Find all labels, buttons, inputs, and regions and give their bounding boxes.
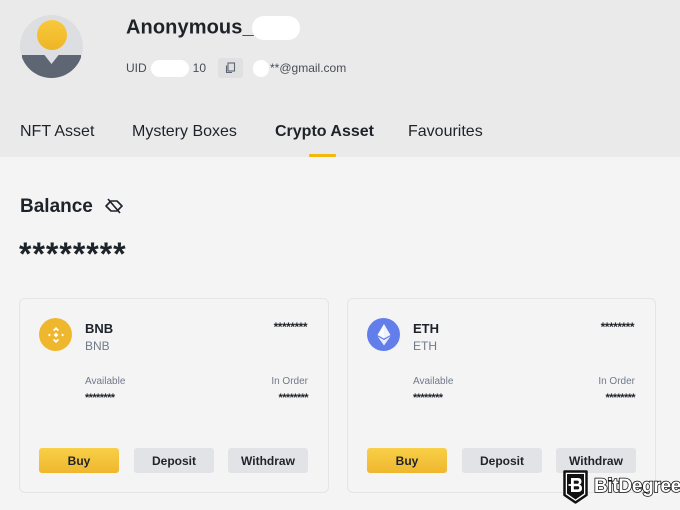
username: Anonymous_ (126, 16, 300, 40)
uid-row: UID 10 (126, 58, 244, 78)
redacted-blur (150, 59, 189, 77)
eth-logo-icon (377, 323, 390, 345)
copy-icon (225, 62, 236, 74)
tab-nft-asset[interactable]: NFT Asset (20, 123, 94, 141)
coin-name: BNB (85, 339, 110, 353)
email-text: **@gmail.com (270, 61, 347, 75)
in-order-label: In Order (271, 376, 308, 387)
eye-off-icon (105, 198, 123, 214)
avatar-head-shape (37, 20, 67, 50)
buy-button[interactable]: Buy (39, 448, 119, 473)
redacted-blur (253, 59, 269, 77)
eth-coin-icon (367, 318, 400, 351)
avatar-body-shape (22, 55, 81, 78)
tab-favourites[interactable]: Favourites (408, 123, 483, 141)
available-value: ******** (85, 392, 115, 404)
bitdegree-shield-icon (563, 470, 588, 504)
in-order-value: ******** (605, 392, 636, 404)
watermark-text: BitDegree (593, 475, 680, 498)
redacted-blur (251, 16, 300, 40)
asset-card-eth: ETH ETH ******** Available ******** In O… (347, 298, 656, 493)
in-order-label: In Order (598, 376, 635, 387)
withdraw-button[interactable]: Withdraw (228, 448, 308, 473)
available-value: ******** (413, 392, 443, 404)
available-label: Available (85, 376, 126, 387)
bnb-coin-icon (39, 318, 72, 351)
coin-total-balance: ******** (600, 320, 635, 334)
username-text: Anonymous_ (126, 16, 254, 39)
coin-symbol: ETH (413, 321, 439, 336)
uid-label: UID (126, 61, 147, 75)
deposit-button[interactable]: Deposit (462, 448, 542, 473)
balance-value: ******** (19, 236, 127, 272)
avatar (20, 15, 83, 78)
tab-mystery-boxes[interactable]: Mystery Boxes (132, 123, 237, 141)
available-label: Available (413, 376, 454, 387)
bnb-logo-icon (47, 326, 64, 343)
toggle-balance-visibility-button[interactable] (104, 197, 124, 215)
uid-value: 10 (192, 61, 207, 75)
deposit-button[interactable]: Deposit (134, 448, 214, 473)
tab-crypto-asset[interactable]: Crypto Asset (275, 123, 374, 141)
bitdegree-watermark: BitDegree (563, 470, 680, 504)
active-tab-indicator (309, 154, 336, 157)
asset-tabs: NFT Asset Mystery Boxes Crypto Asset Fav… (0, 120, 680, 157)
copy-uid-button[interactable] (218, 58, 244, 78)
asset-card-bnb: BNB BNB ******** Available ******** In O… (19, 298, 329, 493)
buy-button[interactable]: Buy (367, 448, 447, 473)
balance-title: Balance (20, 196, 93, 217)
coin-total-balance: ******** (273, 320, 308, 334)
in-order-value: ******** (278, 392, 309, 404)
coin-symbol: BNB (85, 321, 114, 336)
email-row: **@gmail.com (253, 59, 346, 77)
profile-header: Anonymous_ UID 10 **@gmail.com NFT Asset… (0, 0, 680, 157)
coin-name: ETH (413, 339, 437, 353)
